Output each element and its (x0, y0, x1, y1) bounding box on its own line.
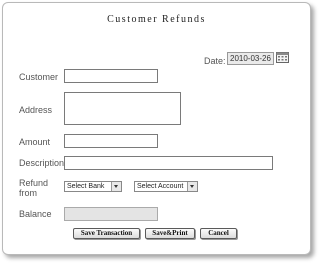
address-label: Address (19, 105, 53, 115)
cancel-button[interactable]: Cancel (200, 228, 237, 239)
save-transaction-button[interactable]: Save Transaction (73, 228, 140, 239)
balance-label: Balance (19, 209, 52, 219)
account-select[interactable]: Select Account (134, 181, 198, 192)
date-field[interactable]: 2010-03-26 (227, 52, 274, 65)
customer-field[interactable] (64, 69, 158, 83)
chevron-down-icon (187, 182, 197, 191)
description-label: Description (19, 158, 65, 168)
amount-label: Amount (19, 137, 51, 147)
bank-select-value: Select Bank (67, 183, 105, 190)
calendar-icon[interactable] (276, 52, 289, 63)
customer-label: Customer (19, 72, 59, 82)
refund-from-label-2: from (19, 188, 37, 198)
amount-field[interactable] (64, 134, 158, 148)
balance-field (64, 207, 158, 221)
account-select-value: Select Account (137, 183, 184, 190)
date-label: Date: (204, 56, 226, 66)
save-print-button[interactable]: Save&Print (145, 228, 195, 239)
chevron-down-icon (111, 182, 121, 191)
address-field[interactable] (64, 92, 181, 125)
bank-select[interactable]: Select Bank (64, 181, 122, 192)
refund-from-label-1: Refund (19, 178, 49, 188)
description-field[interactable] (64, 156, 273, 170)
form-title: Customer Refunds (107, 14, 206, 25)
